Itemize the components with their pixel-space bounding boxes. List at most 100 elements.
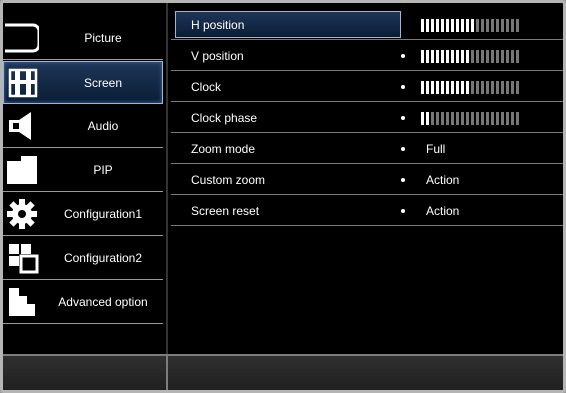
slider-tick [441, 50, 444, 63]
menu-item-configuration1[interactable]: Configuration1 [3, 193, 163, 236]
slider-tick [511, 81, 514, 94]
gear-icon [7, 199, 37, 229]
slider-tick [431, 81, 434, 94]
menu-item-audio[interactable]: Audio [3, 105, 163, 148]
menu-item-configuration2[interactable]: Configuration2 [3, 237, 163, 280]
slider-tick [446, 50, 449, 63]
bullet-icon [401, 147, 405, 151]
slider-tick [446, 81, 449, 94]
clock-phase-slider[interactable] [421, 112, 519, 125]
slider-tick [476, 19, 479, 32]
slider-tick [441, 81, 444, 94]
bullet-icon [401, 178, 405, 182]
pip-icon [7, 156, 37, 184]
slider-tick [426, 19, 429, 32]
menu-item-screen[interactable]: Screen [3, 61, 163, 104]
setting-row-v-position[interactable]: V position [171, 40, 563, 71]
slider-tick [506, 19, 509, 32]
setting-name: H position [191, 18, 245, 32]
slider-tick [496, 50, 499, 63]
picture-icon [5, 23, 39, 53]
clock-slider[interactable] [421, 81, 519, 94]
setting-name: V position [191, 49, 244, 63]
slider-tick [461, 112, 464, 125]
slider-tick [516, 19, 519, 32]
slider-tick [511, 50, 514, 63]
setting-row-clock[interactable]: Clock [171, 71, 563, 102]
setting-row-zoom-mode[interactable]: Zoom mode Full [171, 133, 563, 164]
slider-tick [491, 81, 494, 94]
footer-bar [3, 354, 563, 390]
slider-tick [471, 81, 474, 94]
v-position-slider[interactable] [421, 50, 519, 63]
slider-tick [426, 112, 429, 125]
menu-item-label: PIP [93, 163, 113, 177]
slider-tick [436, 112, 439, 125]
slider-tick [481, 112, 484, 125]
audio-icon [9, 112, 31, 140]
slider-tick [461, 50, 464, 63]
bullet-icon [401, 54, 405, 58]
advanced-option-icon [9, 288, 35, 316]
slider-tick [456, 112, 459, 125]
slider-tick [471, 50, 474, 63]
bullet-icon [401, 209, 405, 213]
slider-tick [441, 19, 444, 32]
slider-tick [506, 112, 509, 125]
setting-value: Action [426, 204, 460, 218]
slider-tick [496, 81, 499, 94]
menu-item-advanced-option[interactable]: Advanced option [3, 281, 163, 324]
slider-tick [481, 81, 484, 94]
h-position-slider[interactable] [421, 19, 519, 32]
slider-tick [431, 112, 434, 125]
slider-tick [466, 19, 469, 32]
setting-value: Full [426, 142, 446, 156]
slider-tick [486, 81, 489, 94]
slider-tick [436, 81, 439, 94]
setting-value: Action [426, 173, 460, 187]
screen-icon [8, 68, 38, 98]
setting-row-custom-zoom[interactable]: Custom zoom Action [171, 164, 563, 195]
slider-tick [431, 19, 434, 32]
menu-item-label: Picture [84, 31, 122, 45]
setting-row-screen-reset[interactable]: Screen reset Action [171, 195, 563, 226]
menu-item-label: Configuration1 [63, 207, 143, 221]
slider-tick [501, 19, 504, 32]
slider-tick [501, 112, 504, 125]
screen-settings-list: H position V position Clock Clock phase … [171, 3, 563, 362]
menu-item-pip[interactable]: PIP [3, 149, 163, 192]
slider-tick [506, 50, 509, 63]
slider-tick [496, 19, 499, 32]
setting-name: Zoom mode [191, 142, 256, 156]
slider-tick [516, 112, 519, 125]
slider-tick [476, 81, 479, 94]
slider-tick [486, 50, 489, 63]
slider-tick [451, 112, 454, 125]
slider-tick [481, 50, 484, 63]
slider-tick [496, 112, 499, 125]
setting-name: Clock phase [191, 111, 258, 125]
slider-tick [516, 50, 519, 63]
slider-tick [501, 50, 504, 63]
slider-tick [456, 19, 459, 32]
slider-tick [451, 19, 454, 32]
setting-name: Clock [191, 80, 222, 94]
menu-item-label: Screen [83, 75, 123, 90]
setting-name: Screen reset [191, 204, 260, 218]
bullet-icon [401, 85, 405, 89]
slider-tick [476, 50, 479, 63]
setting-row-h-position[interactable]: H position [171, 9, 563, 40]
slider-tick [506, 81, 509, 94]
slider-tick [451, 81, 454, 94]
slider-tick [486, 112, 489, 125]
slider-tick [481, 19, 484, 32]
slider-tick [421, 81, 424, 94]
setting-row-clock-phase[interactable]: Clock phase [171, 102, 563, 133]
slider-tick [421, 112, 424, 125]
slider-tick [476, 112, 479, 125]
menu-divider [166, 3, 168, 362]
menu-item-picture[interactable]: Picture [3, 17, 163, 60]
slider-tick [511, 19, 514, 32]
slider-tick [461, 19, 464, 32]
slider-tick [511, 112, 514, 125]
